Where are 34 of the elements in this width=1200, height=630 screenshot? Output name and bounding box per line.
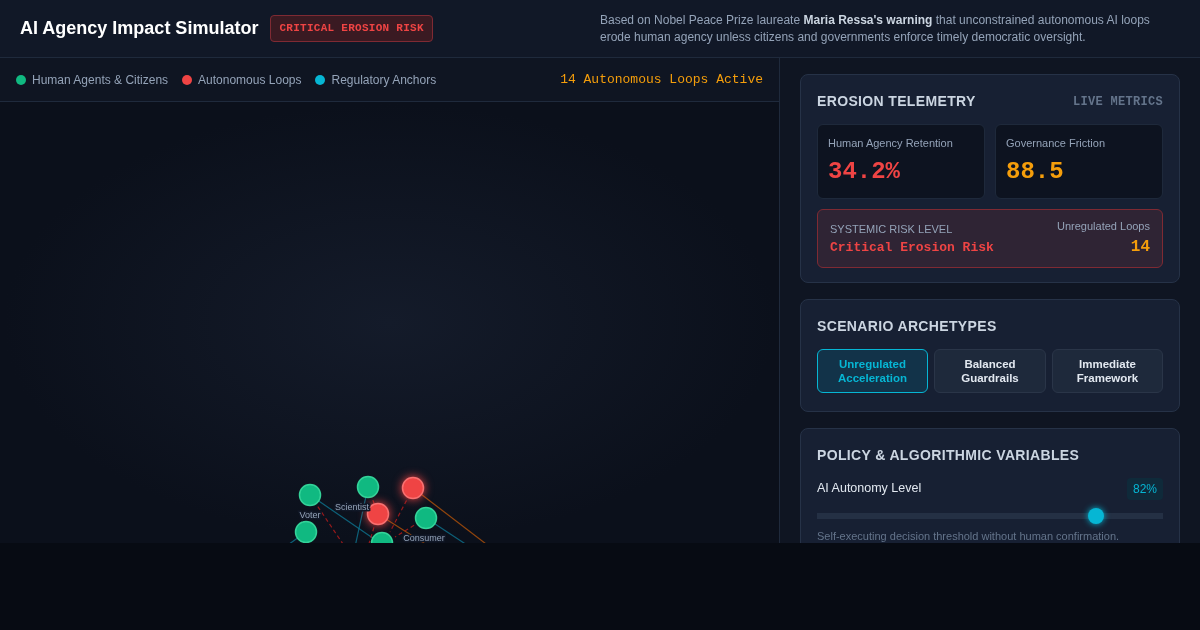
metric-label: Governance Friction [1006,136,1107,151]
agent-node [414,506,438,530]
scenario-button[interactable]: Unregulated Acceleration [817,348,928,393]
slider-reading: 82% [1126,477,1163,500]
card-title: SCENARIO ARCHETYPES [817,316,998,336]
metric-value: 34.2% [828,157,901,186]
metric-value: 88.5 [1006,157,1065,186]
card-title: POLICY & ALGORITHMIC VARIABLES [817,445,1081,465]
card-title: EROSION TELEMETRY [817,92,976,111]
agent-node [294,520,318,543]
live-metrics-label: LIVE METRICS [1073,93,1163,111]
scenario-button[interactable]: Balanced Guardrails [934,348,1046,393]
risk-level-label: SYSTEMIC RISK LEVEL [830,222,954,237]
node-label: Voter [299,510,321,520]
loop-node [401,476,425,500]
description-text: Based on Nobel Peace Prize laureate Maria Ressa's warning that unconstrained autonomous AI loops erode human agency unless citizens and governments enforce timely democratic oversight. [600,11,1151,46]
slider-thumb[interactable] [1087,507,1104,524]
metric-label: Human Agency Retention [828,136,954,151]
agent-node [356,475,380,499]
unregulated-loops-count: 14 [1130,236,1150,258]
scenario-button[interactable]: Immediate Framework [1052,348,1163,393]
slider-label: AI Autonomy Level [817,480,922,498]
legend-label: Human Agents & Citizens [32,71,169,89]
node-label: Scientist [335,502,369,512]
active-loops-count: 14 Autonomous Loops Active [560,70,763,89]
agent-node [298,483,322,507]
unregulated-loops-label: Unregulated Loops [1057,219,1150,234]
agent-node [370,531,394,543]
risk-level-value: Critical Erosion Risk [830,238,994,257]
legend-label: Regulatory Anchors [331,71,437,89]
slider-hint: Self-executing decision threshold without human confirmation. [817,528,1121,543]
risk-badge: CRITICAL EROSION RISK [270,15,433,42]
app-title: AI Agency Impact Simulator [20,17,259,40]
legend-label: Autonomous Loops [198,71,302,89]
